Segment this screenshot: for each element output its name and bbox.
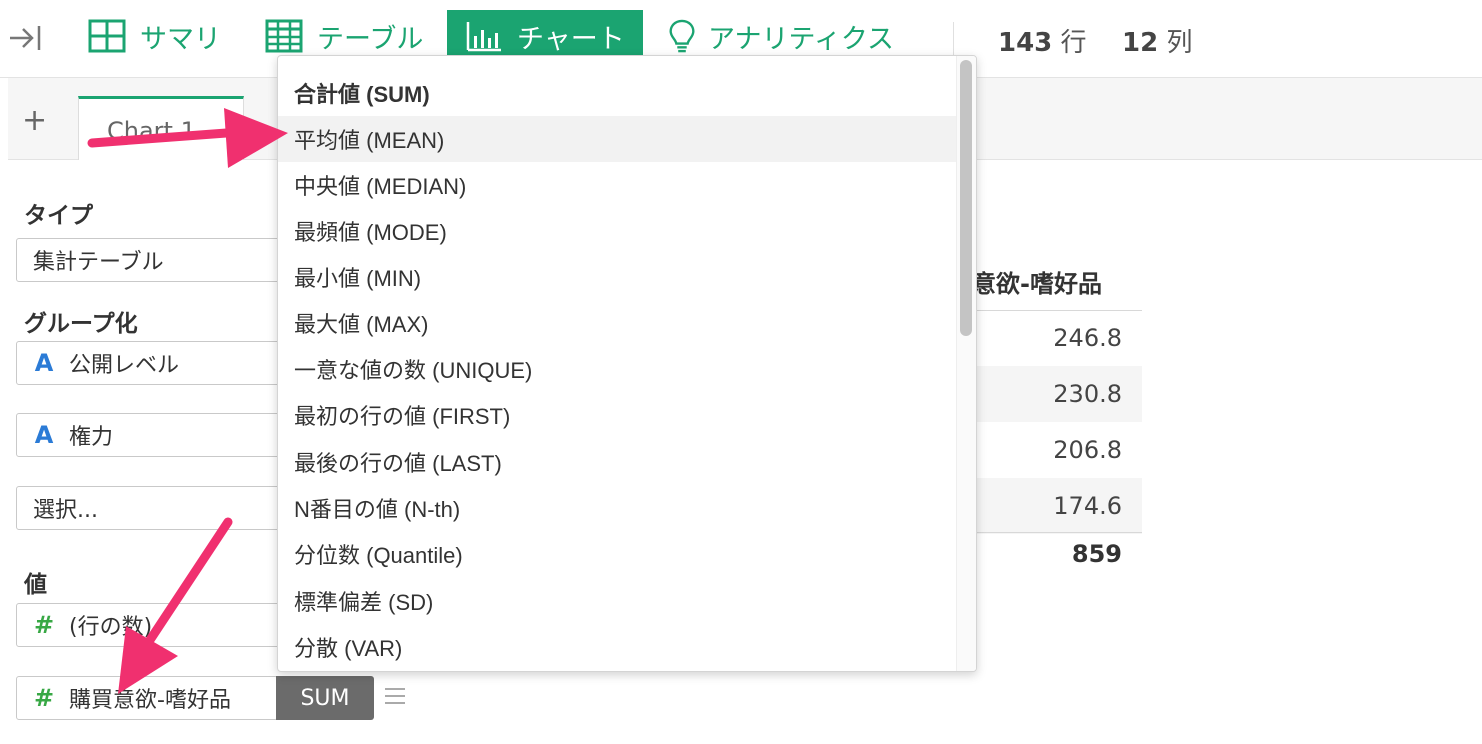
table-cell: 174.6 bbox=[960, 478, 1142, 534]
text-type-icon: A bbox=[34, 349, 54, 377]
collapse-panel-icon[interactable] bbox=[8, 22, 44, 54]
type-section-label: タイプ bbox=[24, 203, 93, 229]
dropdown-option-var[interactable]: 分散 (VAR) bbox=[278, 624, 962, 670]
tab-summary-label: サマリ bbox=[140, 23, 221, 55]
lightbulb-icon bbox=[669, 19, 695, 53]
dropdown-option-first[interactable]: 最初の行の値 (FIRST) bbox=[278, 392, 962, 438]
dropdown-option-max[interactable]: 最大値 (MAX) bbox=[278, 300, 962, 346]
tab-chart-label: チャート bbox=[517, 23, 625, 55]
tab-analytics-label: アナリティクス bbox=[708, 23, 895, 55]
dropdown-option-median[interactable]: 中央値 (MEDIAN) bbox=[278, 162, 962, 208]
value-field-1[interactable]: # (行の数) bbox=[16, 603, 286, 647]
dropdown-option-sum[interactable]: 合計値 (SUM) bbox=[278, 70, 962, 116]
dropdown-option-quantile[interactable]: 分位数 (Quantile) bbox=[278, 531, 962, 577]
dropdown-option-sd[interactable]: 標準偏差 (SD) bbox=[278, 578, 962, 624]
table-divider bbox=[960, 532, 1142, 533]
value-field-name: (行の数) bbox=[69, 615, 153, 640]
value-field-name: 購買意欲-嗜好品 bbox=[69, 688, 231, 713]
group-field-name: 公開レベル bbox=[69, 353, 180, 378]
dropdown-option-nth[interactable]: N番目の値 (N-th) bbox=[278, 485, 962, 531]
table-cell: 206.8 bbox=[1053, 436, 1122, 464]
dropdown-scrollbar-thumb[interactable] bbox=[960, 60, 972, 336]
row-count-value: 143 bbox=[998, 28, 1053, 58]
dropdown-option-unique[interactable]: 一意な値の数 (UNIQUE) bbox=[278, 346, 962, 392]
value-field-2[interactable]: # 購買意欲-嗜好品 bbox=[16, 676, 278, 720]
dropdown-option-mode[interactable]: 最頻値 (MODE) bbox=[278, 208, 962, 254]
dropdown-option-last[interactable]: 最後の行の値 (LAST) bbox=[278, 439, 962, 485]
tab-table-label: テーブル bbox=[317, 23, 424, 55]
table-icon bbox=[265, 19, 303, 53]
row-count-unit: 行 bbox=[1060, 28, 1087, 58]
number-type-icon: # bbox=[33, 611, 55, 639]
hamburger-menu-icon[interactable] bbox=[384, 686, 406, 706]
group-field-name: 権力 bbox=[69, 425, 114, 450]
table-total: 859 bbox=[1071, 540, 1122, 568]
group-field-2[interactable]: A 権力 bbox=[16, 413, 286, 457]
result-column-header: 意欲-嗜好品 bbox=[972, 270, 1102, 298]
number-type-icon: # bbox=[33, 684, 55, 712]
add-chart-button[interactable]: + bbox=[22, 106, 47, 136]
table-cell: 230.8 bbox=[960, 366, 1142, 422]
summary-grid-icon bbox=[88, 19, 126, 53]
toolbar-divider bbox=[953, 22, 954, 56]
column-count: 12 列 bbox=[1122, 22, 1192, 59]
tab-chart-1[interactable]: Chart 1 bbox=[78, 96, 244, 160]
dropdown-option-min[interactable]: 最小値 (MIN) bbox=[278, 254, 962, 300]
chart-tab-label: Chart 1 bbox=[107, 117, 196, 145]
value-section-label: 値 bbox=[24, 572, 47, 598]
aggregation-dropdown: 合計値 (SUM) 平均値 (MEAN) 中央値 (MEDIAN) 最頻値 (M… bbox=[277, 55, 977, 672]
table-cell: 246.8 bbox=[1053, 324, 1122, 352]
chart-type-select[interactable]: 集計テーブル bbox=[16, 238, 286, 282]
column-count-value: 12 bbox=[1122, 28, 1159, 58]
column-count-unit: 列 bbox=[1166, 28, 1193, 58]
tab-summary[interactable]: サマリ bbox=[70, 10, 239, 62]
dropdown-option-mean[interactable]: 平均値 (MEAN) bbox=[278, 116, 962, 162]
row-count: 143 行 bbox=[998, 22, 1087, 59]
group-section-label: グループ化 bbox=[24, 311, 138, 337]
text-type-icon: A bbox=[34, 421, 54, 449]
group-placeholder-text: 選択... bbox=[33, 498, 98, 523]
bar-chart-icon bbox=[466, 22, 501, 52]
aggregation-button[interactable]: SUM bbox=[276, 676, 374, 720]
group-select-placeholder[interactable]: 選択... bbox=[16, 486, 286, 530]
chart-type-value: 集計テーブル bbox=[33, 250, 164, 275]
group-field-1[interactable]: A 公開レベル bbox=[16, 341, 286, 385]
